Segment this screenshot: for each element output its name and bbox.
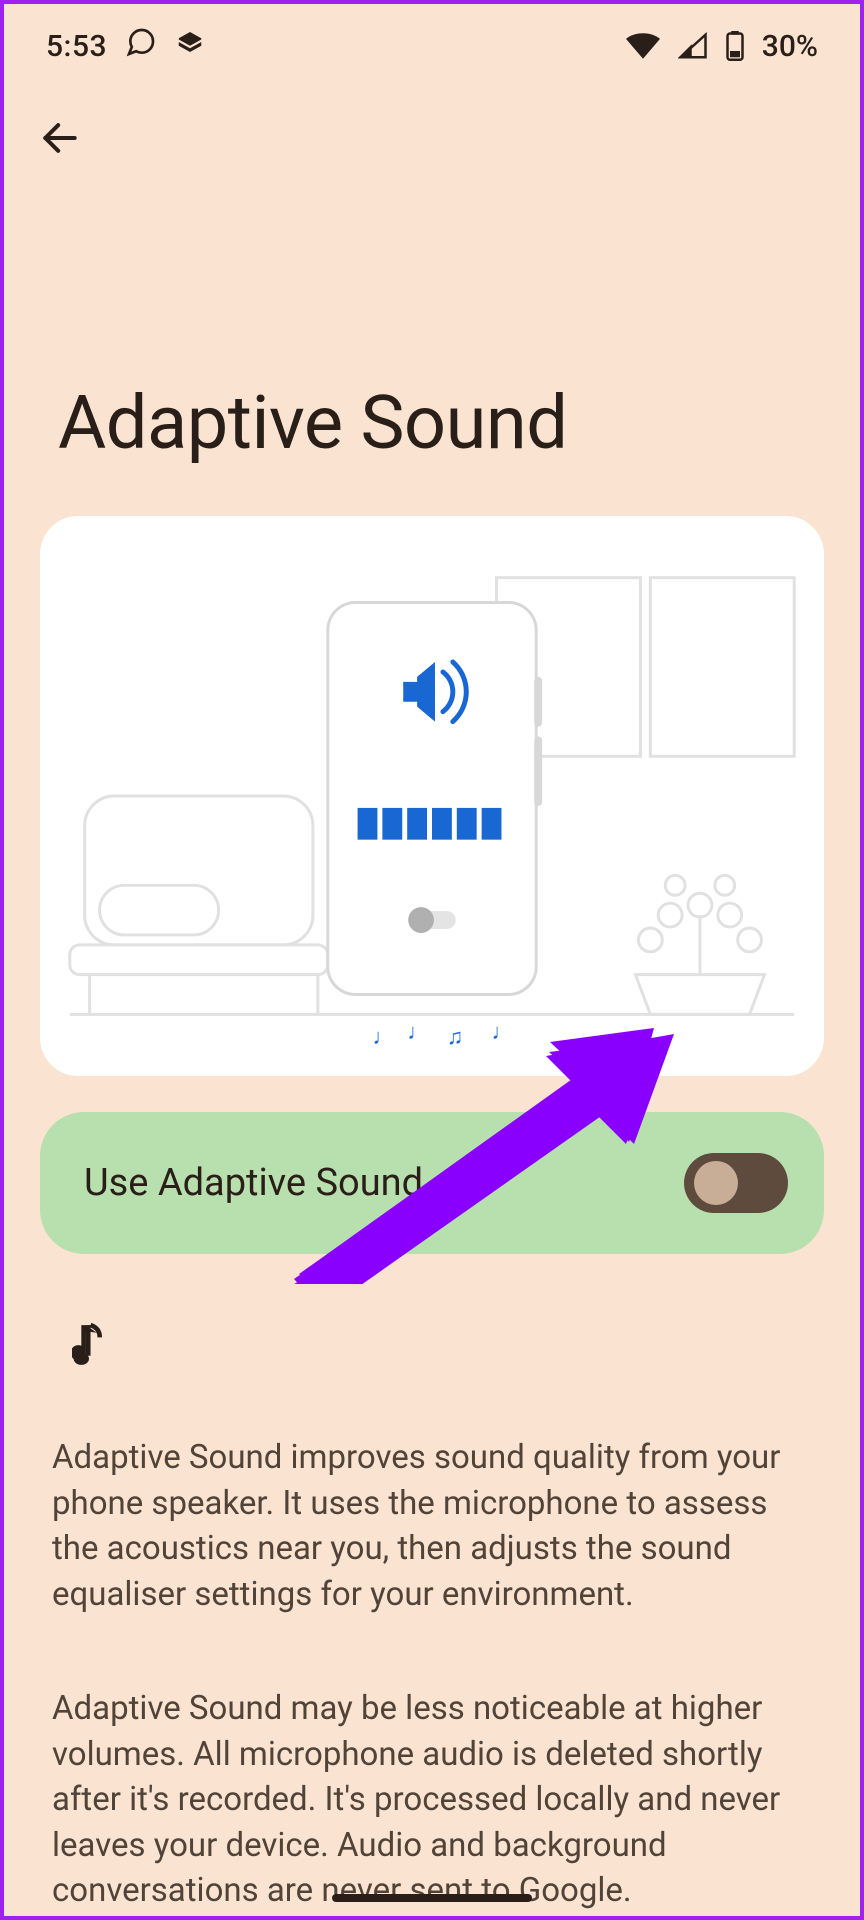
- status-bar: 5:53: [4, 4, 860, 66]
- description-paragraph-2: Adaptive Sound may be less noticeable at…: [4, 1650, 860, 1914]
- wifi-icon: [626, 32, 660, 60]
- gesture-bar[interactable]: [332, 1894, 532, 1902]
- battery-text: 30%: [762, 29, 818, 64]
- toggle-thumb: [694, 1161, 738, 1205]
- adaptive-sound-toggle[interactable]: [684, 1153, 788, 1213]
- nav-bar: [4, 66, 860, 160]
- adaptive-sound-illustration: ♩ ♩ ♫ ♩: [40, 516, 824, 1076]
- use-adaptive-sound-row[interactable]: Use Adaptive Sound: [40, 1112, 824, 1254]
- svg-text:♩: ♩: [372, 1025, 394, 1049]
- status-time: 5:53: [46, 29, 107, 64]
- music-note-icon: [4, 1254, 860, 1372]
- illustration-card: ♩ ♩ ♫ ♩: [40, 516, 824, 1076]
- svg-text:♫: ♫: [447, 1025, 463, 1049]
- description-paragraph-1: Adaptive Sound improves sound quality fr…: [4, 1405, 860, 1617]
- signal-icon: [678, 32, 708, 60]
- status-left: 5:53: [46, 26, 205, 66]
- device-frame: 5:53: [0, 0, 864, 1920]
- page-title: Adaptive Sound: [4, 210, 860, 467]
- status-right: 30%: [626, 29, 818, 64]
- svg-text:♩: ♩: [407, 1020, 429, 1044]
- whatsapp-icon: [125, 26, 157, 66]
- back-button[interactable]: [38, 116, 826, 160]
- battery-icon: [726, 31, 744, 61]
- toggle-label: Use Adaptive Sound: [84, 1161, 423, 1205]
- svg-text:♩: ♩: [492, 1020, 514, 1044]
- package-icon: [175, 27, 205, 65]
